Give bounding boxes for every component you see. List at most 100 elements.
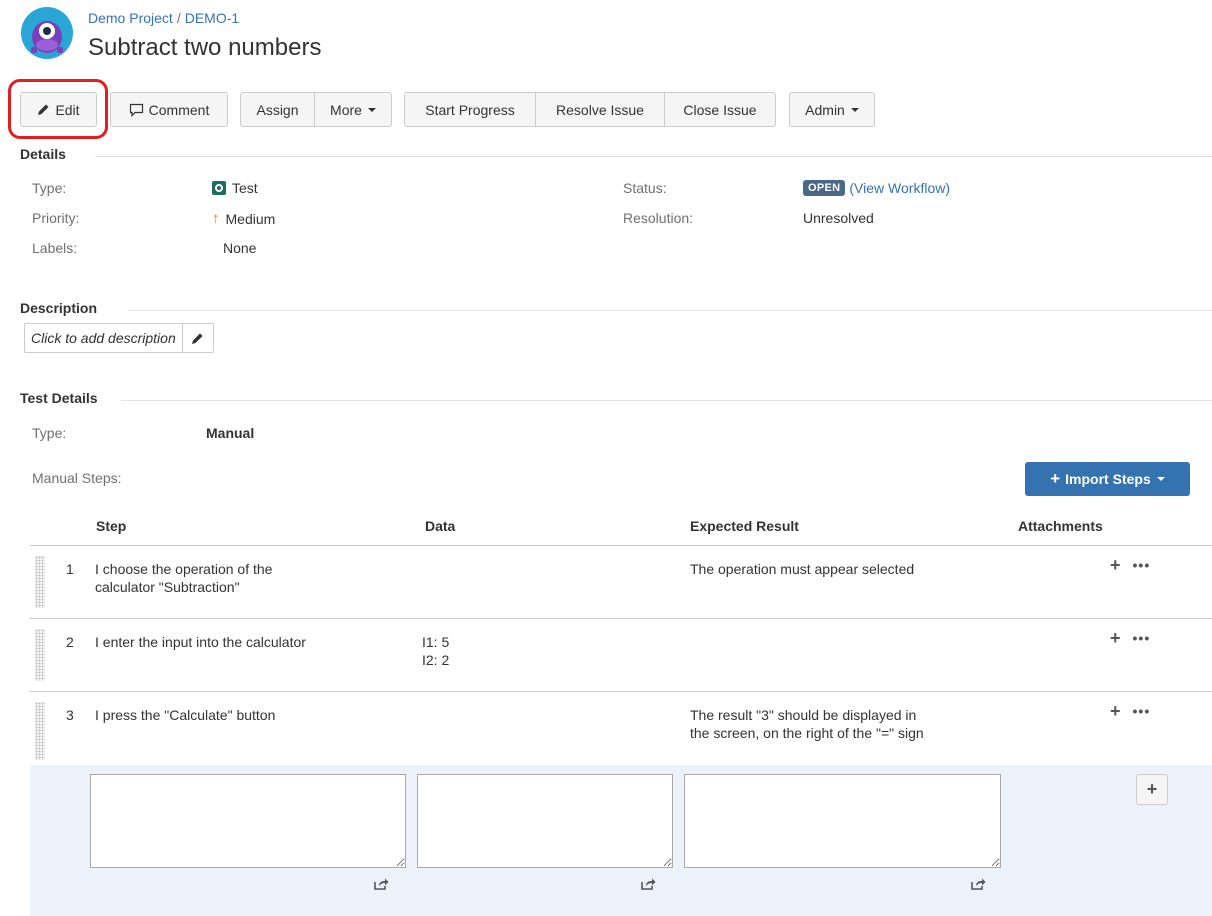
comment-button[interactable]: Comment	[110, 92, 228, 127]
comment-button-label: Comment	[148, 101, 210, 118]
description-placeholder[interactable]: Click to add description	[25, 324, 183, 352]
ellipsis-icon[interactable]: •••	[1133, 558, 1151, 572]
project-avatar-icon[interactable]	[21, 7, 73, 59]
assign-button-label: Assign	[256, 101, 299, 118]
type-label: Type:	[32, 180, 67, 196]
description-divider	[128, 310, 1212, 311]
details-divider	[95, 156, 1212, 157]
speech-bubble-icon	[129, 103, 143, 117]
new-step-input[interactable]	[90, 774, 406, 868]
step-text-line: I press the "Calculate" button	[95, 707, 276, 723]
ellipsis-icon[interactable]: •••	[1133, 631, 1151, 645]
step-text: I press the "Calculate" button	[95, 706, 275, 724]
page-title: Subtract two numbers	[88, 34, 322, 61]
expected-text-line: The operation must appear selected	[690, 561, 915, 577]
arrow-up-icon: ↑	[212, 210, 220, 227]
priority-label: Priority:	[32, 210, 80, 226]
row-actions: + •••	[1110, 702, 1151, 720]
chevron-down-icon	[367, 107, 376, 112]
step-text: I enter the input into the calculator	[95, 633, 306, 651]
breadcrumb-project-link[interactable]: Demo Project	[88, 10, 173, 26]
expected-text-line: The result "3" should be displayed in	[690, 707, 917, 723]
type-value: Test	[212, 180, 258, 196]
plus-icon[interactable]: +	[1110, 556, 1121, 574]
assign-more-group: Assign More	[240, 92, 392, 127]
labels-label: Labels:	[32, 240, 78, 256]
test-details-divider	[121, 400, 1212, 401]
step-number: 2	[66, 634, 74, 650]
test-type-icon	[212, 181, 226, 195]
drag-handle-icon[interactable]	[35, 556, 45, 608]
share-icon[interactable]	[970, 877, 986, 891]
priority-value: ↑ Medium	[212, 210, 275, 227]
pencil-icon[interactable]	[183, 324, 213, 352]
chevron-down-icon	[850, 107, 859, 112]
table-row[interactable]: 2 I enter the input into the calculator …	[30, 619, 1212, 691]
expected-result-text: The operation must appear selected	[690, 560, 914, 578]
chevron-down-icon	[1156, 477, 1165, 481]
column-header-expected-result: Expected Result	[690, 518, 799, 534]
step-number: 1	[66, 561, 74, 577]
plus-icon[interactable]: +	[1110, 702, 1121, 720]
resolve-issue-button[interactable]: Resolve Issue	[536, 92, 665, 127]
status-badge: OPEN	[803, 180, 846, 196]
expected-text-line: the screen, on the right of the "=" sign	[690, 725, 924, 741]
data-text-line: I2: 2	[422, 652, 450, 668]
row-actions: + •••	[1110, 556, 1151, 574]
admin-dropdown[interactable]: Admin	[789, 92, 875, 127]
workflow-group: Start Progress Resolve Issue Close Issue	[404, 92, 776, 127]
test-type-label: Type:	[32, 425, 67, 441]
resolution-value: Unresolved	[803, 210, 874, 226]
new-data-input[interactable]	[417, 774, 673, 868]
expected-result-text: The result "3" should be displayed in th…	[690, 706, 924, 742]
table-row[interactable]: 3 I press the "Calculate" button The res…	[30, 692, 1212, 765]
more-dropdown-label: More	[330, 101, 362, 118]
data-text: I1: 5 I2: 2	[422, 633, 449, 669]
start-progress-button[interactable]: Start Progress	[404, 92, 536, 127]
close-issue-button[interactable]: Close Issue	[665, 92, 776, 127]
start-progress-label: Start Progress	[425, 101, 515, 118]
step-text-line: I choose the operation of the	[95, 561, 273, 577]
column-header-step: Step	[96, 518, 127, 534]
description-field[interactable]: Click to add description	[24, 323, 214, 353]
column-header-attachments: Attachments	[1018, 518, 1103, 534]
breadcrumb-separator: /	[176, 10, 181, 26]
add-step-button[interactable]: +	[1136, 774, 1168, 805]
step-text-line: calculator "Subtraction"	[95, 579, 240, 595]
edit-highlight-annotation	[8, 79, 108, 139]
column-header-data: Data	[425, 518, 456, 534]
breadcrumb: Demo Project / DEMO-1	[88, 10, 239, 26]
table-row[interactable]: 1 I choose the operation of the calculat…	[30, 546, 1212, 618]
description-heading: Description	[20, 300, 98, 316]
step-text: I choose the operation of the calculator…	[95, 560, 272, 596]
breadcrumb-issue-link[interactable]: DEMO-1	[185, 10, 239, 26]
row-actions: + •••	[1110, 629, 1151, 647]
resolve-issue-label: Resolve Issue	[556, 101, 644, 118]
assign-button[interactable]: Assign	[240, 92, 315, 127]
ellipsis-icon[interactable]: •••	[1133, 704, 1151, 718]
manual-steps-label: Manual Steps:	[32, 470, 122, 486]
view-workflow-link[interactable]: View Workflow	[854, 180, 945, 196]
drag-handle-icon[interactable]	[35, 702, 45, 760]
type-value-text: Test	[232, 180, 258, 196]
new-step-row: +	[30, 765, 1212, 916]
admin-dropdown-label: Admin	[805, 101, 845, 118]
plus-icon: +	[1146, 779, 1158, 799]
import-steps-label: Import Steps	[1065, 471, 1151, 487]
step-number: 3	[66, 707, 74, 723]
import-steps-button[interactable]: + Import Steps	[1025, 462, 1190, 496]
more-dropdown[interactable]: More	[315, 92, 392, 127]
drag-handle-icon[interactable]	[35, 629, 45, 681]
priority-value-text: Medium	[225, 210, 276, 227]
plus-icon: +	[1050, 469, 1061, 488]
resolution-label: Resolution:	[623, 210, 694, 226]
share-icon[interactable]	[373, 877, 389, 891]
labels-value: None	[223, 240, 257, 256]
new-expected-result-input[interactable]	[684, 774, 1001, 868]
step-text-line: I enter the input into the calculator	[95, 634, 306, 650]
plus-icon[interactable]: +	[1110, 629, 1121, 647]
share-icon[interactable]	[640, 877, 656, 891]
status-label: Status:	[623, 180, 667, 196]
test-details-heading: Test Details	[20, 390, 98, 406]
test-type-value: Manual	[206, 425, 255, 441]
